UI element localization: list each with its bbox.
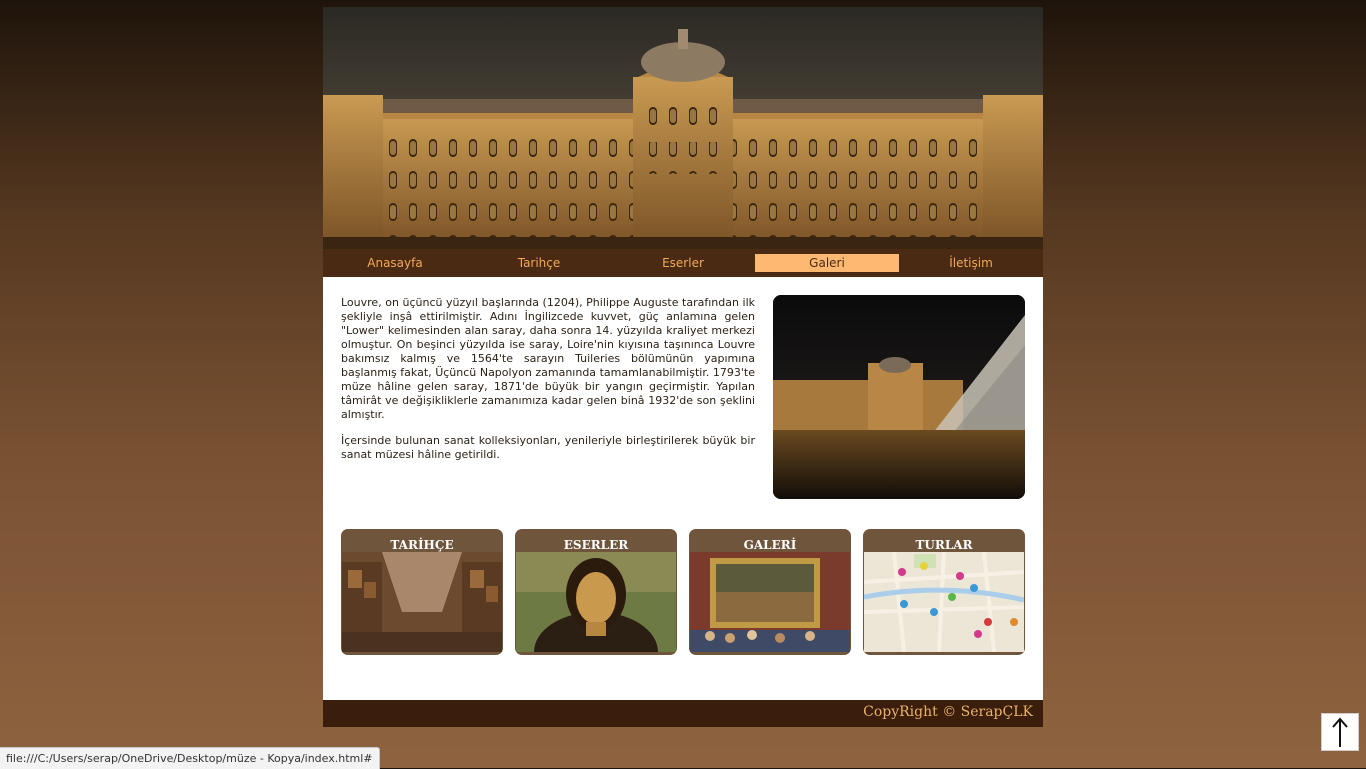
page-container: Anasayfa Tarihçe Eserler Galeri İletişim…	[323, 7, 1043, 727]
main-navigation: Anasayfa Tarihçe Eserler Galeri İletişim	[323, 249, 1043, 277]
header-banner-image	[323, 7, 1043, 249]
card-turlar[interactable]: TURLAR	[863, 529, 1025, 655]
gallery-painting-image	[342, 552, 502, 652]
card-tarihce[interactable]: TARİHÇE	[341, 529, 503, 655]
card-title: ESERLER	[563, 538, 629, 552]
browser-status-bar: file:///C:/Users/serap/OneDrive/Desktop/…	[0, 747, 380, 769]
nav-item-iletisim[interactable]: İletişim	[899, 254, 1043, 272]
nav-item-galeri[interactable]: Galeri	[755, 254, 899, 272]
gallery-hall-image	[690, 552, 850, 652]
card-eserler[interactable]: ESERLER	[515, 529, 677, 655]
arrow-up-icon	[1332, 717, 1348, 747]
back-to-top-button[interactable]	[1321, 713, 1359, 751]
card-title: TARİHÇE	[390, 538, 454, 552]
intro-paragraph: İçersinde bulunan sanat kolleksiyonları,…	[341, 434, 755, 461]
copyright-text: CopyRight © SerapÇLK	[863, 704, 1033, 720]
mona-lisa-image	[516, 552, 676, 652]
intro-text: Louvre, on üçüncü yüzyıl başlarında (120…	[341, 296, 755, 474]
footer: CopyRight © SerapÇLK	[323, 700, 1043, 727]
louvre-night-photo	[773, 295, 1025, 499]
intro-paragraph: Louvre, on üçüncü yüzyıl başlarında (120…	[341, 296, 755, 421]
nav-item-eserler[interactable]: Eserler	[611, 254, 755, 272]
tour-map-image	[864, 552, 1024, 652]
card-title: TURLAR	[915, 538, 973, 552]
card-galeri[interactable]: GALERİ	[689, 529, 851, 655]
nav-item-anasayfa[interactable]: Anasayfa	[323, 254, 467, 272]
card-title: GALERİ	[743, 538, 797, 552]
nav-item-tarihce[interactable]: Tarihçe	[467, 254, 611, 272]
